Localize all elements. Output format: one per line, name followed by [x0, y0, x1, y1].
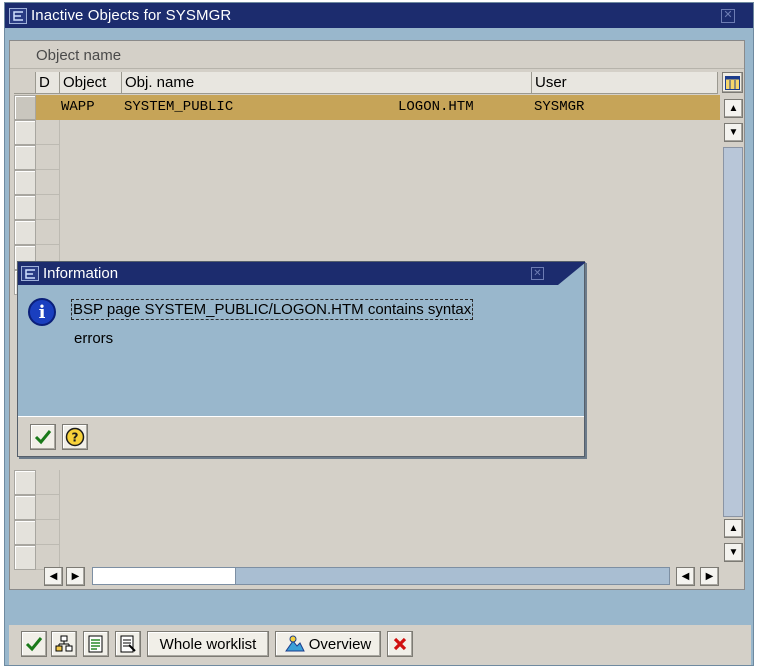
- detail-list-icon: [120, 635, 136, 653]
- row-selector[interactable]: [14, 495, 36, 520]
- vertical-scrollbar[interactable]: ▲ ▼ ▲ ▼: [721, 72, 743, 570]
- horizontal-scrollbar[interactable]: ◀ ▶ ◀ ▶: [36, 565, 722, 587]
- activate-list-icon: [88, 635, 103, 653]
- cell-d: [36, 520, 60, 545]
- scroll-left-icon[interactable]: ◀: [44, 567, 63, 586]
- help-button[interactable]: ?: [62, 424, 88, 450]
- cell-d: [36, 170, 60, 195]
- column-layout-icon[interactable]: [722, 72, 743, 93]
- cell-d: [36, 145, 60, 170]
- horizontal-scroll-thumb[interactable]: [93, 568, 236, 584]
- cell-user: SYSMGR: [534, 99, 585, 115]
- scroll-page-up-icon[interactable]: ▲: [724, 519, 743, 538]
- window-titlebar: Inactive Objects for SYSMGR ✕: [5, 3, 753, 28]
- row-selector[interactable]: [14, 170, 36, 195]
- check-icon: [34, 430, 52, 445]
- row-selector[interactable]: [14, 220, 36, 245]
- row-selector[interactable]: [14, 195, 36, 220]
- row-selector[interactable]: [14, 545, 36, 570]
- row-selector[interactable]: [14, 145, 36, 170]
- information-dialog: Information ✕ i BSP page SYSTEM_PUBLIC/L…: [17, 261, 586, 457]
- check-icon: [25, 637, 43, 652]
- dialog-close-icon[interactable]: ✕: [531, 267, 544, 280]
- detail-list-button[interactable]: [115, 631, 141, 657]
- row-selector[interactable]: [14, 95, 36, 120]
- application-toolbar: Whole worklist Overview: [9, 625, 751, 665]
- cell-object: WAPP: [61, 99, 95, 115]
- column-header-object[interactable]: Object: [60, 72, 122, 94]
- dialog-titlebar: Information ✕: [18, 262, 586, 285]
- cell-d: [36, 195, 60, 220]
- overview-button[interactable]: Overview: [275, 631, 381, 657]
- select-all-cell[interactable]: [14, 72, 36, 94]
- cell-d: [36, 495, 60, 520]
- column-header-user[interactable]: User: [532, 72, 718, 94]
- scroll-right-icon[interactable]: ▶: [66, 567, 85, 586]
- overview-label: Overview: [308, 635, 372, 653]
- hierarchy-icon: [55, 635, 73, 652]
- panel-section-label: Object name: [10, 41, 744, 69]
- scroll-page-down-icon[interactable]: ▼: [724, 543, 743, 562]
- cell-d: [36, 120, 60, 145]
- cell-page: LOGON.HTM: [398, 99, 474, 115]
- inactive-objects-window: Inactive Objects for SYSMGR ✕ Object nam…: [4, 2, 754, 666]
- scroll-far-left-icon[interactable]: ◀: [676, 567, 695, 586]
- cancel-icon: [393, 637, 407, 651]
- scroll-far-right-icon[interactable]: ▶: [700, 567, 719, 586]
- cell-obj-name: SYSTEM_PUBLIC: [124, 99, 234, 115]
- info-icon: i: [28, 298, 56, 326]
- cancel-button[interactable]: [387, 631, 413, 657]
- scroll-down-icon[interactable]: ▼: [724, 123, 743, 142]
- activate-list-button[interactable]: [83, 631, 109, 657]
- table-row[interactable]: WAPP SYSTEM_PUBLIC LOGON.HTM SYSMGR: [36, 95, 720, 120]
- window-title: Inactive Objects for SYSMGR: [31, 7, 232, 24]
- help-icon: ?: [65, 427, 85, 447]
- row-selector[interactable]: [14, 520, 36, 545]
- dialog-title: Information: [43, 265, 119, 282]
- svg-text:?: ?: [72, 431, 79, 445]
- scroll-up-icon[interactable]: ▲: [724, 99, 743, 118]
- row-selector[interactable]: [14, 470, 36, 495]
- vertical-scroll-track[interactable]: [723, 147, 743, 517]
- row-selector[interactable]: [14, 120, 36, 145]
- dialog-message-line2: errors: [74, 330, 114, 347]
- system-menu-icon[interactable]: [9, 7, 27, 24]
- confirm-button[interactable]: [30, 424, 56, 450]
- window-close-icon[interactable]: ✕: [721, 8, 735, 23]
- continue-button[interactable]: [21, 631, 47, 657]
- cell-d: [36, 220, 60, 245]
- dialog-message-line1: BSP page SYSTEM_PUBLIC/LOGON.HTM contain…: [70, 299, 474, 320]
- hierarchy-button[interactable]: [51, 631, 77, 657]
- dialog-button-bar: ?: [18, 416, 584, 456]
- column-header-obj-name[interactable]: Obj. name: [122, 72, 532, 94]
- column-header-d[interactable]: D: [36, 72, 60, 94]
- cell-d: [36, 470, 60, 495]
- system-menu-icon[interactable]: [21, 266, 39, 281]
- horizontal-scroll-track[interactable]: [92, 567, 670, 585]
- whole-worklist-button[interactable]: Whole worklist: [147, 631, 269, 657]
- overview-icon: [284, 635, 305, 652]
